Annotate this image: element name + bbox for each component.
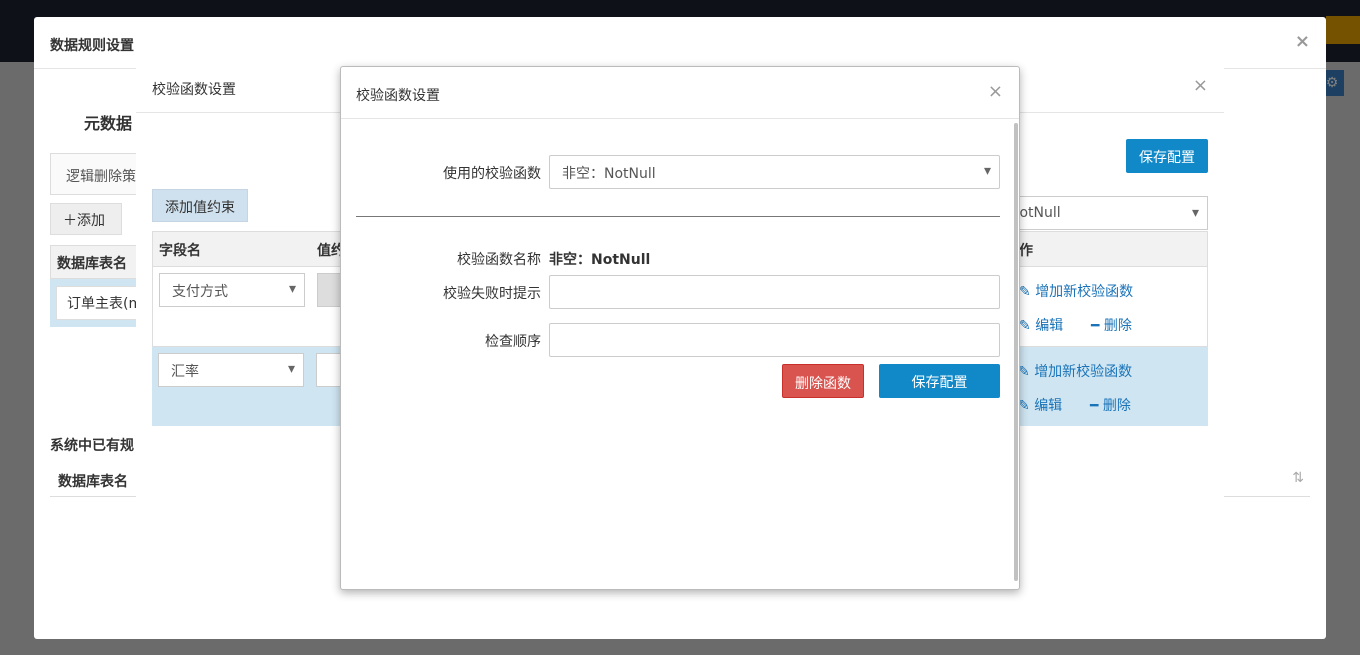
name-label: 校验函数名称 <box>457 252 541 268</box>
system-rules-label: 系统中已有规 <box>50 438 134 454</box>
edit-link[interactable]: ✎ 编辑 <box>1019 315 1063 335</box>
name-row: 校验函数名称 非空：NotNull <box>356 241 1000 275</box>
function-name-value: 非空：NotNull <box>549 252 651 268</box>
field-select[interactable]: 支付方式 <box>159 273 305 307</box>
function-select[interactable]: NotNull <box>998 196 1208 230</box>
save-config-button[interactable]: 保存配置 <box>879 364 1000 398</box>
scrollbar-thumb[interactable] <box>1014 123 1018 581</box>
close-icon[interactable]: × <box>1295 33 1310 51</box>
close-icon[interactable]: × <box>988 83 1003 101</box>
order-row: 检查顺序 <box>356 323 1000 357</box>
strategy-tab[interactable]: 逻辑删除策 <box>50 153 150 195</box>
function-select[interactable]: 非空：NotNull <box>549 155 1000 189</box>
fail-tip-input[interactable] <box>549 275 1000 309</box>
function-label: 使用的校验函数 <box>443 166 541 182</box>
function-row: 使用的校验函数 非空：NotNull <box>356 155 1000 189</box>
fail-tip-row: 校验失败时提示 <box>356 275 1000 309</box>
divider <box>356 216 1000 217</box>
delete-link[interactable]: ━ 删除 <box>1091 315 1132 335</box>
add-constraint-button[interactable]: 添加值约束 <box>152 189 248 222</box>
validation-settings-title: 校验函数设置 <box>152 82 236 98</box>
add-function-link[interactable]: ✎ 增加新校验函数 <box>1019 281 1133 301</box>
edit-link[interactable]: ✎ 编辑 <box>1018 395 1062 415</box>
field-select[interactable]: 汇率 <box>158 353 304 387</box>
sort-icon[interactable]: ⇅ <box>1292 470 1304 486</box>
add-button-label: 添加 <box>77 213 105 229</box>
plus-icon: ＋ <box>63 213 77 229</box>
minus-icon: ━ <box>1090 398 1099 414</box>
save-config-button[interactable]: 保存配置 <box>1126 139 1208 173</box>
field-column-header: 字段名 <box>159 243 201 259</box>
add-function-link[interactable]: ✎ 增加新校验函数 <box>1018 361 1132 381</box>
delete-link[interactable]: ━ 删除 <box>1090 395 1131 415</box>
data-rule-dialog-title: 数据规则设置 <box>50 38 134 54</box>
pencil-icon: ✎ <box>1019 284 1031 300</box>
scrollbar[interactable] <box>1013 123 1019 581</box>
validation-function-dialog: 校验函数设置 × 使用的校验函数 非空：NotNull 校验函数名称 非空：No… <box>340 66 1020 590</box>
minus-icon: ━ <box>1091 318 1100 334</box>
order-input[interactable] <box>549 323 1000 357</box>
close-icon[interactable]: × <box>1193 77 1208 95</box>
order-label: 检查顺序 <box>485 334 541 350</box>
list-header-label: 数据库表名 <box>58 474 128 490</box>
meta-title: 元数据 <box>84 114 133 133</box>
action-column-header: 作 <box>1019 243 1033 259</box>
pencil-icon: ✎ <box>1019 318 1031 334</box>
delete-function-button[interactable]: 删除函数 <box>782 364 864 398</box>
dialog-title: 校验函数设置 <box>356 88 440 104</box>
add-button[interactable]: ＋添加 <box>50 203 122 235</box>
fail-tip-label: 校验失败时提示 <box>443 286 541 302</box>
